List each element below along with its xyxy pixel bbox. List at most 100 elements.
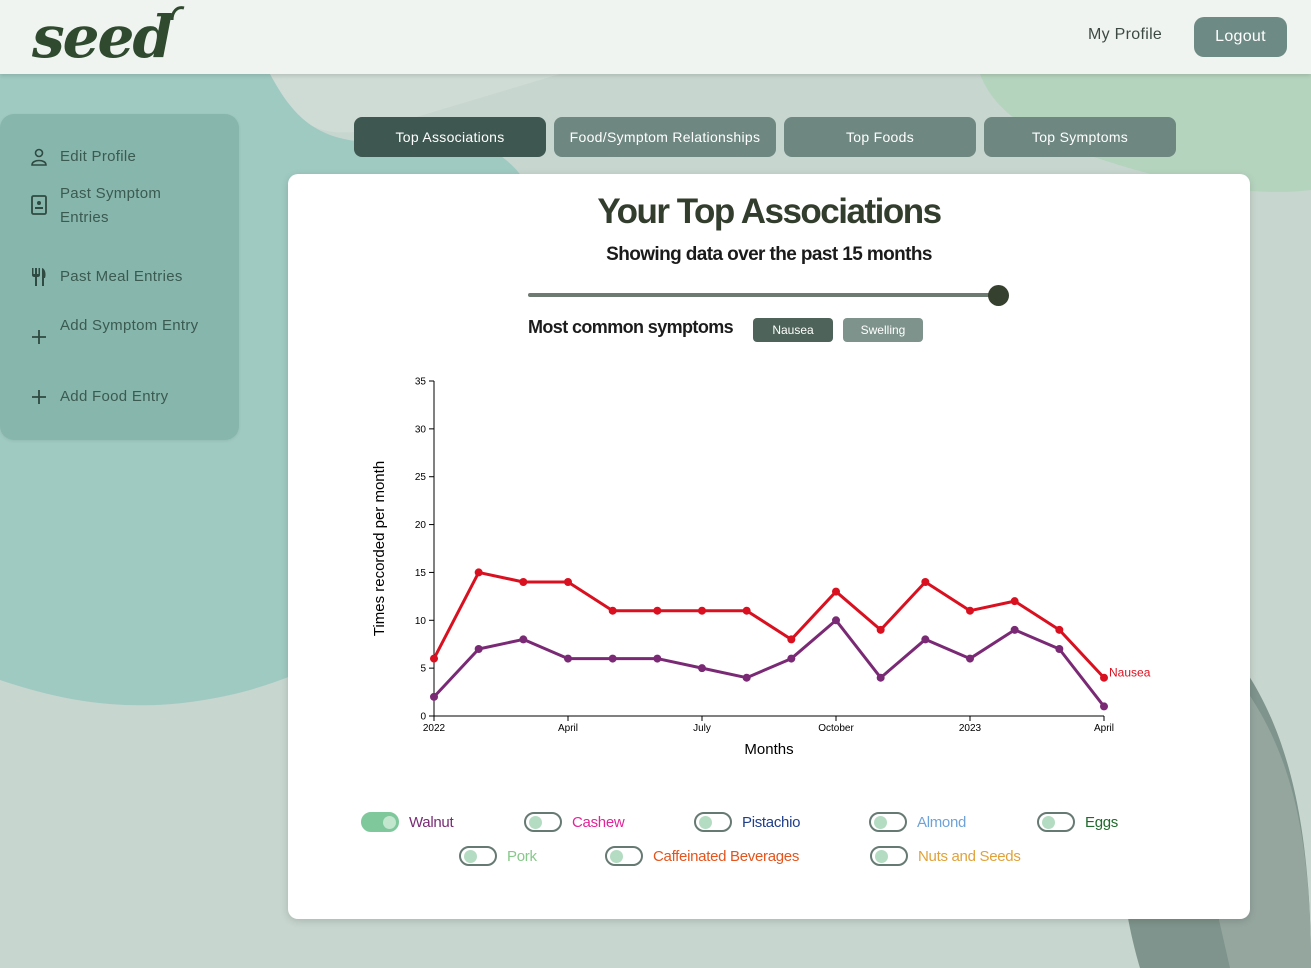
- toggle-switch[interactable]: [459, 846, 497, 866]
- logout-button[interactable]: Logout: [1194, 17, 1287, 57]
- fork-knife-icon: [28, 266, 50, 288]
- associations-line-chart: 0 5 10 15 20 25 30 35 2022 April July October 2023 Ap…: [371, 377, 1151, 759]
- x-tick-label: 2022: [423, 723, 446, 734]
- data-point-nausea: [966, 606, 974, 615]
- data-point-walnut: [474, 645, 483, 653]
- legend-label: Almond: [917, 813, 967, 831]
- legend-item-pork[interactable]: Pork: [459, 846, 537, 866]
- y-axis-label: Times recorded per month: [371, 461, 388, 636]
- sidebar-item-label: Past Symptom Entries: [60, 185, 162, 226]
- series-line-walnut: [432, 618, 1106, 708]
- y-tick-label: 15: [415, 568, 427, 579]
- data-point-nausea: [1100, 673, 1108, 682]
- y-tick-label: 35: [415, 377, 427, 388]
- data-point-walnut: [519, 635, 528, 644]
- legend-label: Caffeinated Beverages: [653, 847, 800, 865]
- sidebar-item-label: Add Symptom Entry: [60, 317, 199, 334]
- legend-label: Pistachio: [742, 813, 801, 831]
- sidebar: Edit Profile Past Symptom Entries Past M…: [0, 114, 239, 440]
- y-tick-label: 25: [415, 472, 427, 483]
- legend-label: Pork: [507, 847, 537, 865]
- sidebar-item-add-food-entry[interactable]: Add Food Entry: [28, 386, 168, 408]
- data-point-nausea: [474, 568, 483, 577]
- data-point-nausea: [564, 578, 572, 586]
- data-point-walnut: [608, 654, 617, 663]
- toggle-switch[interactable]: [694, 812, 732, 832]
- data-point-nausea: [1010, 597, 1019, 606]
- associations-card: Your Top Associations Showing data over …: [288, 174, 1250, 919]
- legend-item-cashew[interactable]: Cashew: [524, 812, 625, 832]
- legend-item-pistachio[interactable]: Pistachio: [694, 812, 800, 832]
- x-tick-label: 2023: [959, 723, 982, 734]
- data-point-nausea: [1055, 625, 1064, 634]
- sidebar-item-past-symptom-entries[interactable]: Past Symptom Entries: [28, 185, 161, 226]
- data-point-nausea: [921, 578, 930, 586]
- seed-logo[interactable]: seed: [32, 2, 185, 72]
- legend-item-eggs[interactable]: Eggs: [1037, 812, 1118, 832]
- legend-label: Cashew: [572, 813, 625, 831]
- data-point-walnut: [564, 654, 572, 663]
- data-point-nausea: [608, 606, 617, 615]
- top-nav-bar: seed My Profile Logout: [0, 0, 1311, 74]
- legend-label: Nuts and Seeds: [918, 847, 1021, 865]
- data-point-walnut: [787, 654, 796, 663]
- sidebar-item-add-symptom-entry[interactable]: Add Symptom Entry: [28, 317, 198, 348]
- x-tick-label: July: [693, 723, 711, 734]
- toggle-switch[interactable]: [524, 812, 562, 832]
- data-point-walnut: [966, 654, 974, 663]
- x-axis-label: Months: [744, 741, 793, 758]
- data-point-walnut: [921, 635, 930, 644]
- data-point-nausea: [430, 654, 438, 663]
- sidebar-item-label: Past Meal Entries: [60, 268, 183, 285]
- data-point-walnut: [1010, 625, 1019, 634]
- data-point-nausea: [519, 578, 528, 586]
- series-line-nausea: [432, 570, 1106, 679]
- y-tick-label: 10: [415, 616, 427, 627]
- y-tick-label: 20: [415, 520, 427, 531]
- tab-top-symptoms[interactable]: Top Symptoms: [984, 117, 1176, 157]
- data-point-nausea: [832, 587, 840, 596]
- x-tick-label: October: [818, 723, 854, 734]
- toggle-switch[interactable]: [361, 812, 399, 832]
- data-point-walnut: [430, 692, 438, 701]
- data-point-nausea: [653, 606, 662, 615]
- x-tick-label: April: [1094, 723, 1114, 734]
- clipboard-icon: [28, 194, 50, 216]
- data-point-walnut: [876, 673, 885, 682]
- legend-item-caffeinated-beverages[interactable]: Caffeinated Beverages: [605, 846, 799, 866]
- toggle-switch[interactable]: [605, 846, 643, 866]
- legend-item-nuts-and-seeds[interactable]: Nuts and Seeds: [870, 846, 1021, 866]
- tab-top-associations[interactable]: Top Associations: [354, 117, 546, 157]
- sidebar-item-edit-profile[interactable]: Edit Profile: [28, 146, 136, 168]
- y-tick-label: 30: [415, 424, 427, 435]
- data-point-walnut: [742, 673, 751, 682]
- sidebar-item-past-meal-entries[interactable]: Past Meal Entries: [28, 266, 182, 288]
- sidebar-item-label: Edit Profile: [60, 148, 137, 165]
- data-point-walnut: [1055, 645, 1064, 653]
- data-point-walnut: [653, 654, 662, 663]
- data-point-nausea: [876, 625, 885, 634]
- tab-food-symptom-relationships[interactable]: Food/Symptom Relationships: [554, 117, 776, 157]
- toggle-switch[interactable]: [870, 846, 908, 866]
- sidebar-item-label: Add Food Entry: [60, 388, 169, 405]
- y-tick-label: 5: [420, 664, 426, 675]
- data-point-walnut: [1100, 702, 1108, 711]
- legend-item-walnut[interactable]: Walnut: [361, 812, 454, 832]
- toggle-switch[interactable]: [869, 812, 907, 832]
- x-tick-label: April: [558, 723, 578, 734]
- y-tick-label: 0: [420, 712, 426, 723]
- legend-item-almond[interactable]: Almond: [869, 812, 966, 832]
- user-icon: [28, 146, 50, 168]
- sprout-icon: [170, 6, 185, 21]
- data-point-nausea: [742, 606, 751, 615]
- data-point-nausea: [698, 606, 706, 615]
- data-point-walnut: [832, 616, 840, 625]
- series-label-nausea: Nausea: [1109, 666, 1151, 680]
- legend-label: Walnut: [409, 813, 454, 831]
- data-point-walnut: [698, 664, 706, 673]
- plus-icon: [28, 326, 50, 348]
- tab-top-foods[interactable]: Top Foods: [784, 117, 976, 157]
- legend-label: Eggs: [1085, 813, 1118, 831]
- toggle-switch[interactable]: [1037, 812, 1075, 832]
- my-profile-link[interactable]: My Profile: [1088, 26, 1162, 44]
